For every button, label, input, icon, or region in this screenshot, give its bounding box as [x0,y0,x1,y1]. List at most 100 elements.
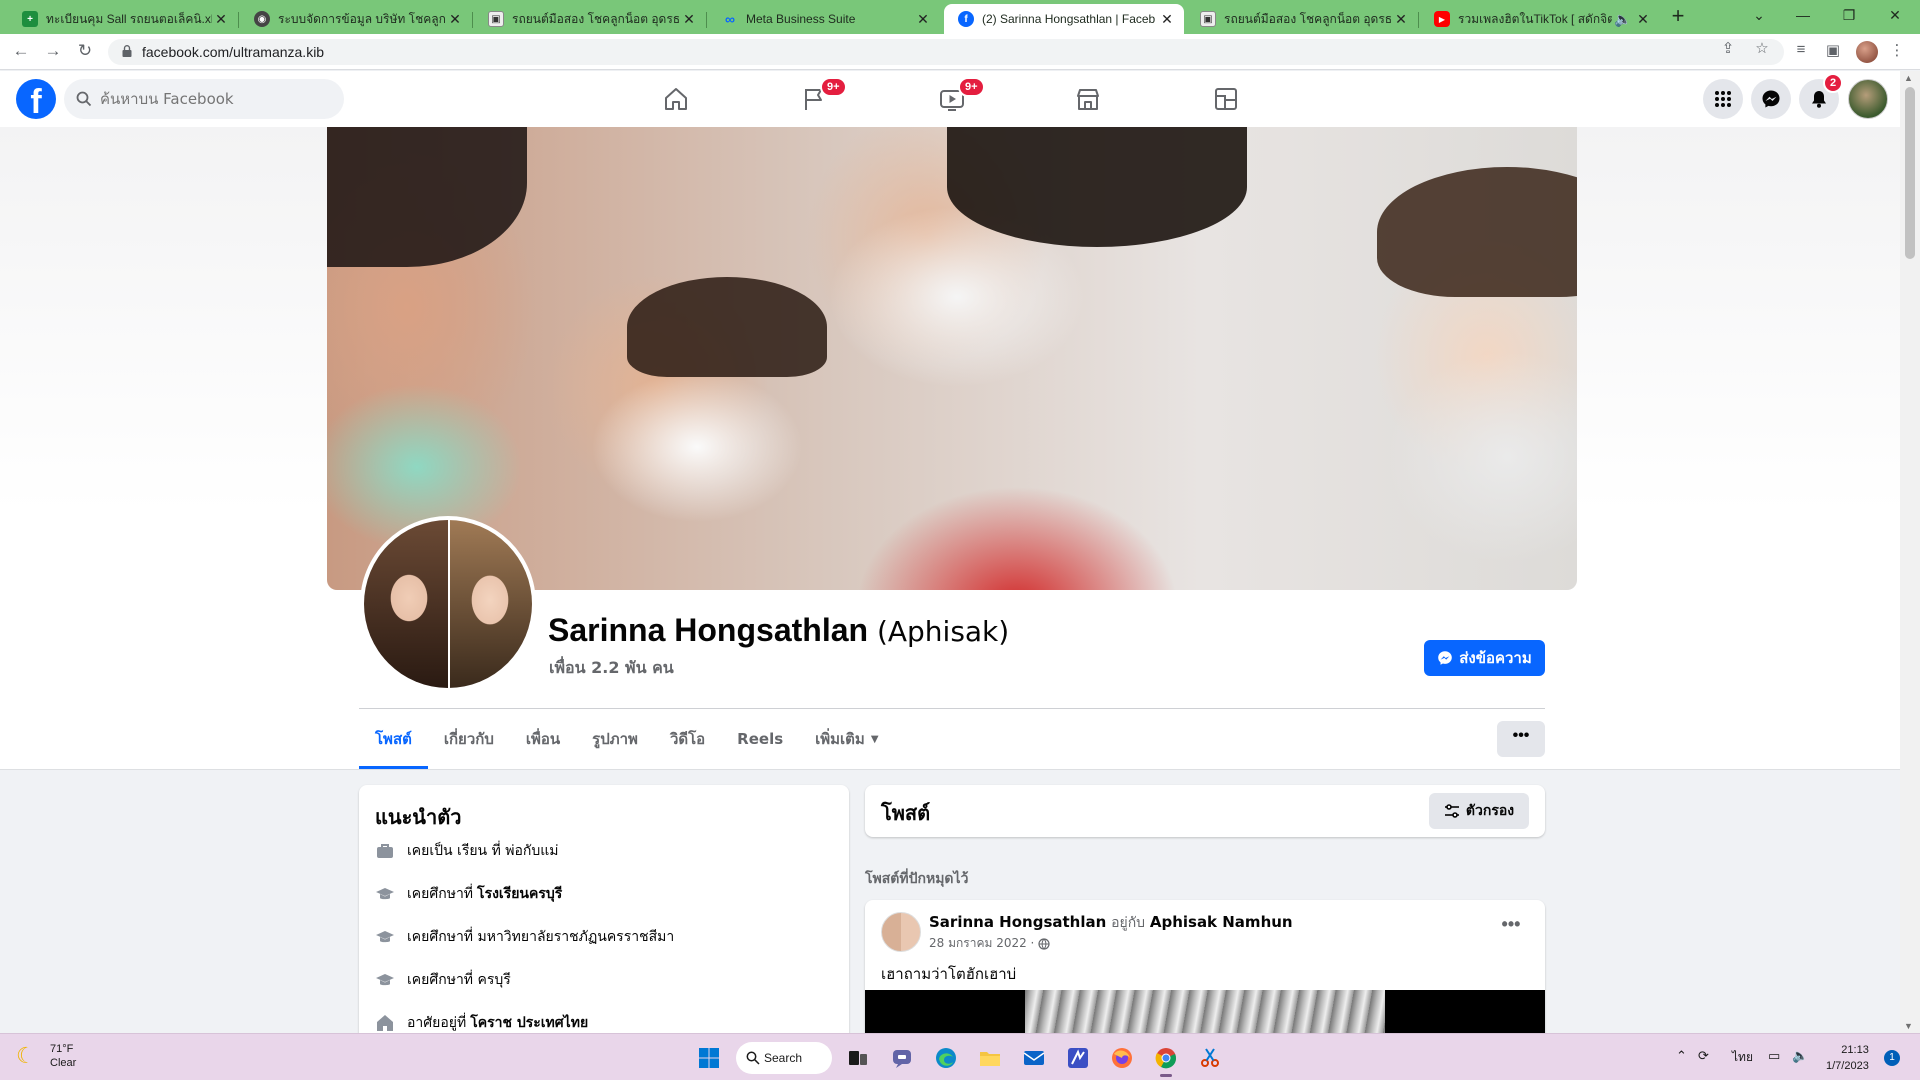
browser-tab[interactable]: ▣ รถยนต์มือสอง โชคลูกน็อต อุดรธานี ✕ [1186,4,1419,34]
intro-title: แนะนำตัว [375,805,462,829]
search-input[interactable] [100,79,330,119]
chrome-button[interactable] [1150,1042,1182,1077]
share-icon[interactable]: ⇪ [1718,39,1738,57]
post-tagged-name[interactable]: Aphisak Namhun [1150,913,1293,931]
tab-videos[interactable]: วิดีโอ [654,709,721,769]
edge-button[interactable] [930,1042,962,1074]
forward-button[interactable]: → [40,40,66,64]
post-author-name[interactable]: Sarinna Hongsathlan [929,913,1106,931]
close-tab-icon[interactable]: ✕ [446,11,464,28]
intro-text: เคยศึกษาที่ ครบุรี [407,972,511,988]
profile-picture[interactable] [360,516,536,692]
profile-more-button[interactable]: ••• [1497,721,1545,757]
snipping-tool-button[interactable] [1194,1042,1226,1074]
nav-home[interactable] [620,71,732,127]
facebook-search[interactable] [64,79,344,119]
messenger-icon [1438,651,1453,665]
edge-icon [936,1048,956,1068]
mail-button[interactable] [1018,1042,1050,1074]
tab-photos[interactable]: รูปภาพ [576,709,654,769]
show-hidden-icons[interactable]: ⌃ [1676,1048,1687,1064]
weather-widget[interactable]: ☾ 71°F Clear [16,1042,76,1070]
scroll-down-arrow-icon[interactable]: ▼ [1904,1021,1913,1031]
reading-list-icon[interactable]: ≡ [1790,41,1812,63]
chrome-menu-icon[interactable]: ⋮ [1886,41,1908,63]
taskbar-clock[interactable]: 21:13 1/7/2023 [1826,1042,1869,1074]
menu-button[interactable] [1703,79,1743,119]
address-bar[interactable]: facebook.com/ultramanza.kib [108,39,1784,65]
nav-watch[interactable]: 9+ [896,71,1008,127]
app-button[interactable] [1062,1042,1094,1074]
lock-icon [122,45,132,57]
posts-header-card: โพสต์ ตัวกรอง [865,785,1545,837]
file-explorer-button[interactable] [974,1042,1006,1074]
tab-title: ระบบจัดการข้อมูล บริษัท โชคลูกน็อต [278,11,446,26]
close-tab-icon[interactable]: ✕ [1158,11,1176,28]
post-author-avatar[interactable] [881,912,921,952]
page-scrollbar[interactable]: ▲ ▼ [1900,71,1920,1033]
intro-link[interactable]: โคราช ประเทศไทย [470,1012,588,1034]
messenger-button[interactable] [1751,79,1791,119]
scroll-up-arrow-icon[interactable]: ▲ [1904,73,1913,83]
caret-down-icon: ▼ [870,733,879,745]
tab-posts[interactable]: โพสต์ [359,709,428,769]
search-icon [746,1051,760,1065]
side-panel-icon[interactable]: ▣ [1822,41,1844,63]
network-icon[interactable]: ▭ [1768,1048,1780,1064]
globe-icon [1038,937,1050,950]
browser-tab[interactable]: ▶ รวมเพลงฮิตในTikTok [ สดักจิต... 🔈 ✕ [1420,4,1660,34]
browser-tab[interactable]: ∞ Meta Business Suite ✕ [708,4,940,34]
pages-badge: 9+ [820,77,847,97]
tab-reels[interactable]: Reels [721,709,799,769]
tab-friends[interactable]: เพื่อน [510,709,576,769]
start-button[interactable] [693,1042,725,1074]
post-date[interactable]: 28 มกราคม 2022 · [929,934,1050,953]
nav-marketplace[interactable] [1032,71,1144,127]
notification-count-badge[interactable]: 1 [1884,1050,1900,1066]
nav-gaming[interactable] [1170,71,1282,127]
new-tab-button[interactable]: + [1664,4,1692,30]
close-tab-icon[interactable]: ✕ [1392,11,1410,28]
browser-tab[interactable]: ◉ ระบบจัดการข้อมูล บริษัท โชคลูกน็อต ✕ [240,4,473,34]
posts-title: โพสต์ [881,801,931,825]
minimize-button[interactable]: — [1780,0,1826,32]
bookmark-star-icon[interactable]: ☆ [1752,39,1772,57]
reload-button[interactable]: ↻ [72,40,98,64]
sync-icon[interactable]: ⟳ [1698,1048,1709,1064]
filter-button[interactable]: ตัวกรอง [1429,793,1529,829]
close-tab-icon[interactable]: ✕ [1634,11,1652,28]
tab-about[interactable]: เกี่ยวกับ [428,709,510,769]
post-options-icon[interactable]: ••• [1493,914,1529,950]
restore-button[interactable]: ❐ [1826,0,1872,32]
back-button[interactable]: ← [8,40,34,64]
close-tab-icon[interactable]: ✕ [914,11,932,28]
teams-chat-button[interactable] [886,1042,918,1074]
task-view-button[interactable] [842,1042,874,1074]
speaker-icon[interactable]: 🔈 [1612,11,1634,28]
close-tab-icon[interactable]: ✕ [212,11,230,28]
tab-more[interactable]: เพิ่มเติม ▼ [799,709,894,769]
account-avatar[interactable] [1848,79,1888,119]
language-indicator[interactable]: ไทย [1732,1048,1753,1067]
weather-temp: 71°F [50,1043,74,1055]
bell-icon [1812,91,1826,108]
nav-pages[interactable]: 9+ [758,71,870,127]
cover-photo[interactable] [327,127,1577,590]
firefox-button[interactable] [1106,1042,1138,1074]
close-tab-icon[interactable]: ✕ [680,11,698,28]
browser-tab-active[interactable]: f (2) Sarinna Hongsathlan | Faceb ✕ [944,4,1184,34]
notifications-button[interactable]: 2 [1799,73,1844,119]
facebook-logo-icon[interactable]: f [16,79,56,119]
browser-tab[interactable]: + ทะเบียนคุม Sall รถยนตอเล็คนิ.xlsx - G … [8,4,239,34]
graduation-cap-icon [376,888,394,900]
scrollbar-thumb[interactable] [1905,87,1915,259]
tab-search-icon[interactable]: ⌄ [1736,0,1782,32]
chrome-profile-avatar[interactable] [1856,41,1878,63]
volume-icon[interactable]: 🔈 [1792,1048,1808,1064]
friends-count[interactable]: เพื่อน 2.2 พัน คน [549,656,674,681]
taskbar-search[interactable]: Search [736,1042,832,1074]
intro-link[interactable]: โรงเรียนครบุรี [477,883,562,905]
send-message-button[interactable]: ส่งข้อความ [1424,640,1545,676]
close-window-button[interactable]: ✕ [1872,0,1918,32]
browser-tab[interactable]: ▣ รถยนต์มือสอง โชคลูกน็อต อุดรธานี ✕ [474,4,707,34]
